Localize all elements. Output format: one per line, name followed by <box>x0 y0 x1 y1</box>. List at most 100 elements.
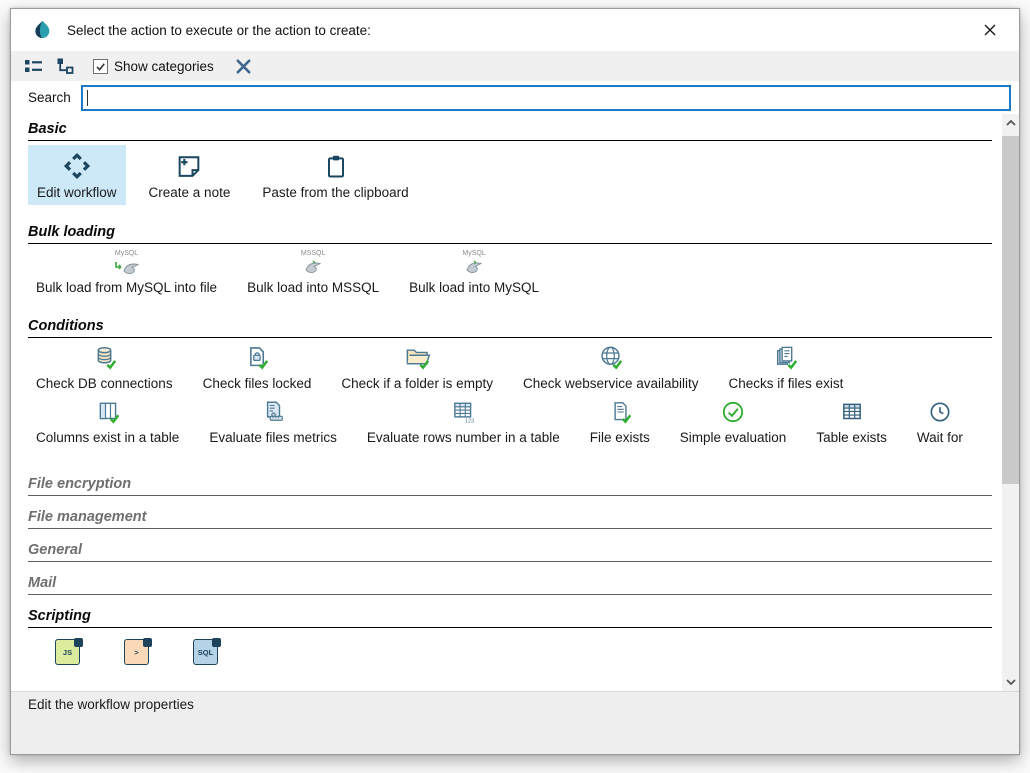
action-create-a-note[interactable]: Create a note <box>140 145 240 205</box>
section-header: General <box>28 541 992 562</box>
action-edit-workflow[interactable]: Edit workflow <box>28 145 126 205</box>
section-items: MySQL Bulk load from MySQL into file MSS… <box>28 248 992 297</box>
action-checks-if-files-exist[interactable]: Checks if files exist <box>721 342 852 393</box>
section-title: Conditions <box>28 318 104 334</box>
section-header: Conditions <box>28 317 992 338</box>
action-label: Bulk load into MySQL <box>409 280 539 295</box>
action-bulk-load-from-mysql-into-file[interactable]: MySQL Bulk load from MySQL into file <box>28 248 225 297</box>
toolbar: Show categories <box>11 51 1019 81</box>
checkmark-icon <box>95 61 106 72</box>
section-title: Bulk loading <box>28 224 115 240</box>
mysql-dolphin-icon <box>464 258 484 275</box>
chevron-down-icon <box>1006 679 1016 685</box>
section-header: File management <box>28 508 992 529</box>
action-shell-script[interactable]: > <box>115 632 158 670</box>
action-paste-from-clipboard[interactable]: Paste from the clipboard <box>253 145 417 205</box>
paste-clipboard-icon <box>322 152 350 180</box>
clear-search-button[interactable] <box>232 54 256 78</box>
action-label: Check webservice availability <box>523 376 699 391</box>
action-wait-for[interactable]: Wait for <box>909 397 971 447</box>
action-columns-exist-in-a-table[interactable]: Columns exist in a table <box>28 397 187 447</box>
action-sql-script[interactable]: SQL <box>184 632 227 670</box>
list-view-icon <box>24 57 43 75</box>
section-header: Basic <box>28 120 992 141</box>
action-label: Check files locked <box>203 376 312 391</box>
action-label: Table exists <box>816 430 887 445</box>
chevron-up-icon <box>1006 120 1016 126</box>
search-label: Search <box>28 90 71 105</box>
svg-text:123: 123 <box>465 418 474 424</box>
section-items: JS > SQL <box>28 632 992 670</box>
action-label: Simple evaluation <box>680 430 787 445</box>
show-categories-toggle[interactable]: Show categories <box>93 59 214 74</box>
section-title: Mail <box>28 575 56 591</box>
database-check-icon <box>91 344 118 371</box>
action-check-folder-empty[interactable]: Check if a folder is empty <box>333 342 501 393</box>
section-header: File encryption <box>28 475 992 496</box>
action-label: Bulk load from MySQL into file <box>36 280 217 295</box>
mysql-dolphin-arrow-icon <box>114 258 140 275</box>
action-javascript-script[interactable]: JS <box>46 632 89 670</box>
javascript-script-icon: JS <box>55 639 80 665</box>
globe-check-icon <box>597 344 624 371</box>
action-select-dialog: Select the action to execute or the acti… <box>10 8 1020 755</box>
action-label: Check if a folder is empty <box>341 376 493 391</box>
scroll-down-button[interactable] <box>1002 673 1019 691</box>
action-bulk-load-into-mysql[interactable]: MySQL Bulk load into MySQL <box>401 248 547 297</box>
action-table-exists[interactable]: Table exists <box>808 397 895 447</box>
section-title: General <box>28 542 82 558</box>
db-badge: MySQL <box>462 250 485 258</box>
section-general: General <box>28 541 992 562</box>
vertical-scrollbar[interactable] <box>1002 114 1019 691</box>
scroll-up-button[interactable] <box>1002 114 1019 132</box>
action-label: Evaluate rows number in a table <box>367 430 560 445</box>
section-items-row-1: Check DB connections Check files locked <box>28 342 992 393</box>
close-button[interactable] <box>975 15 1005 45</box>
script-icon-text: > <box>134 648 138 657</box>
edit-workflow-icon <box>63 152 91 180</box>
action-label: Checks if files exist <box>729 376 844 391</box>
show-categories-checkbox[interactable] <box>93 59 108 74</box>
table-columns-check-icon <box>95 399 121 425</box>
db-badge: MySQL <box>115 250 138 258</box>
action-evaluate-files-metrics[interactable]: Evaluate files metrics <box>201 397 345 447</box>
tree-view-icon <box>56 57 75 75</box>
section-title: File management <box>28 509 146 525</box>
section-mail: Mail <box>28 574 992 595</box>
show-categories-label: Show categories <box>114 59 214 74</box>
section-title: File encryption <box>28 476 131 492</box>
script-icon-text: SQL <box>198 648 213 657</box>
search-input[interactable] <box>88 87 1009 109</box>
section-basic: Basic Edit workflow <box>28 120 992 205</box>
list-view-button[interactable] <box>21 54 45 78</box>
scrollbar-thumb[interactable] <box>1002 136 1019 484</box>
action-simple-evaluation[interactable]: Simple evaluation <box>672 397 795 447</box>
sql-script-icon: SQL <box>193 639 218 665</box>
search-box[interactable] <box>81 85 1011 111</box>
table-rows-123-icon: 123 <box>450 399 476 425</box>
search-row: Search <box>11 81 1019 114</box>
action-bulk-load-into-mssql[interactable]: MSSQL Bulk load into MSSQL <box>239 248 387 297</box>
script-icon-text: JS <box>63 648 72 657</box>
action-label: Columns exist in a table <box>36 430 179 445</box>
action-file-exists[interactable]: File exists <box>582 397 658 447</box>
action-label: Edit workflow <box>37 185 117 200</box>
action-check-webservice-availability[interactable]: Check webservice availability <box>515 342 707 393</box>
action-check-files-locked[interactable]: Check files locked <box>195 342 320 393</box>
section-items: Edit workflow Create a note <box>28 145 992 205</box>
file-metrics-icon <box>260 399 286 425</box>
section-title: Scripting <box>28 608 91 624</box>
section-file-encryption: File encryption <box>28 475 992 496</box>
section-file-management: File management <box>28 508 992 529</box>
section-title: Basic <box>28 121 67 137</box>
files-stack-check-icon <box>772 344 799 371</box>
action-evaluate-rows-number-in-a-table[interactable]: 123 Evaluate rows number in a table <box>359 397 568 447</box>
title-bar: Select the action to execute or the acti… <box>11 9 1019 51</box>
tree-view-button[interactable] <box>53 54 77 78</box>
action-label: Wait for <box>917 430 963 445</box>
folder-check-icon <box>404 344 431 371</box>
section-header: Bulk loading <box>28 223 992 244</box>
selected-action-description: Edit the workflow properties <box>28 697 194 712</box>
action-label: Evaluate files metrics <box>209 430 337 445</box>
action-check-db-connections[interactable]: Check DB connections <box>28 342 181 393</box>
